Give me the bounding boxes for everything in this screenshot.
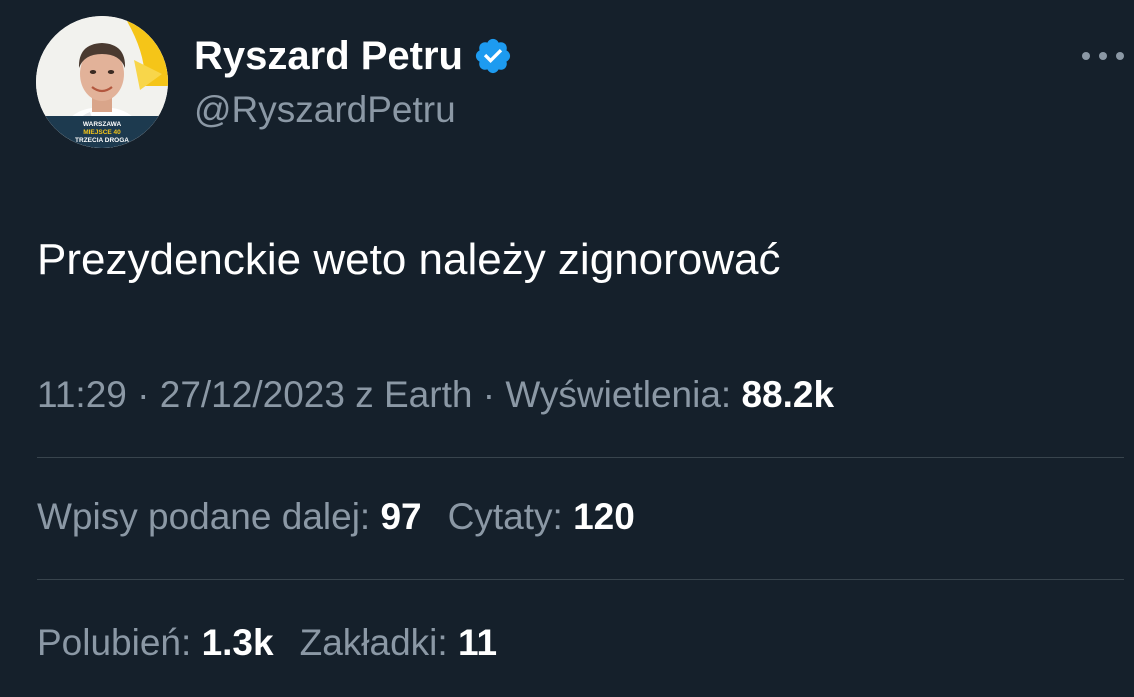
more-horizontal-icon-dot — [1116, 52, 1124, 60]
divider — [37, 457, 1124, 458]
avatar[interactable]: WARSZAWA MIEJSCE 40 TRZECIA DROGA — [36, 16, 168, 148]
avatar-caption-line2: MIEJSCE 40 — [83, 129, 121, 136]
likes-count: 1.3k — [201, 622, 274, 663]
tweet-time[interactable]: 11:29 — [37, 374, 127, 415]
tweet-date[interactable]: 27/12/2023 — [160, 374, 345, 415]
likes-stat[interactable]: Polubień: 1.3k — [37, 618, 274, 668]
quotes-count: 120 — [573, 496, 635, 537]
more-horizontal-icon — [1082, 52, 1090, 60]
divider — [37, 579, 1124, 580]
likes-label: Polubień: — [37, 622, 192, 663]
quotes-stat[interactable]: Cytaty: 120 — [448, 492, 635, 542]
retweets-stat[interactable]: Wpisy podane dalej: 97 — [37, 492, 422, 542]
bookmarks-label: Zakładki: — [299, 622, 448, 663]
retweets-count: 97 — [380, 496, 422, 537]
views-count[interactable]: 88.2k — [741, 374, 834, 415]
avatar-caption-line1: WARSZAWA — [82, 121, 122, 128]
verified-badge-icon — [475, 38, 511, 74]
avatar-caption-line3: TRZECIA DROGA — [75, 137, 129, 144]
stats-row-reposts: Wpisy podane dalej: 97 Cytaty: 120 — [37, 492, 635, 542]
avatar-caption: WARSZAWA MIEJSCE 40 TRZECIA DROGA — [36, 118, 168, 148]
meta-separator: · — [137, 374, 150, 415]
author-name-row[interactable]: Ryszard Petru — [194, 32, 513, 80]
quotes-label: Cytaty: — [447, 496, 563, 537]
retweets-label: Wpisy podane dalej: — [37, 496, 371, 537]
author-handle[interactable]: @RyszardPetru — [194, 88, 456, 132]
stats-row-likes: Polubień: 1.3k Zakładki: 11 — [37, 618, 497, 668]
bookmarks-stat[interactable]: Zakładki: 11 — [300, 618, 497, 668]
tweet-meta: 11:29 · 27/12/2023 z Earth · Wyświetleni… — [37, 370, 834, 420]
bookmarks-count: 11 — [457, 622, 498, 663]
views-label: Wyświetlenia: — [505, 374, 732, 415]
tweet-source: z Earth — [355, 374, 473, 415]
author-display-name[interactable]: Ryszard Petru — [194, 32, 463, 80]
more-options-button[interactable] — [1082, 36, 1124, 76]
more-horizontal-icon-dot — [1099, 52, 1107, 60]
tweet-text: Prezydenckie weto należy zignorować — [37, 235, 781, 284]
meta-separator: · — [482, 374, 496, 415]
